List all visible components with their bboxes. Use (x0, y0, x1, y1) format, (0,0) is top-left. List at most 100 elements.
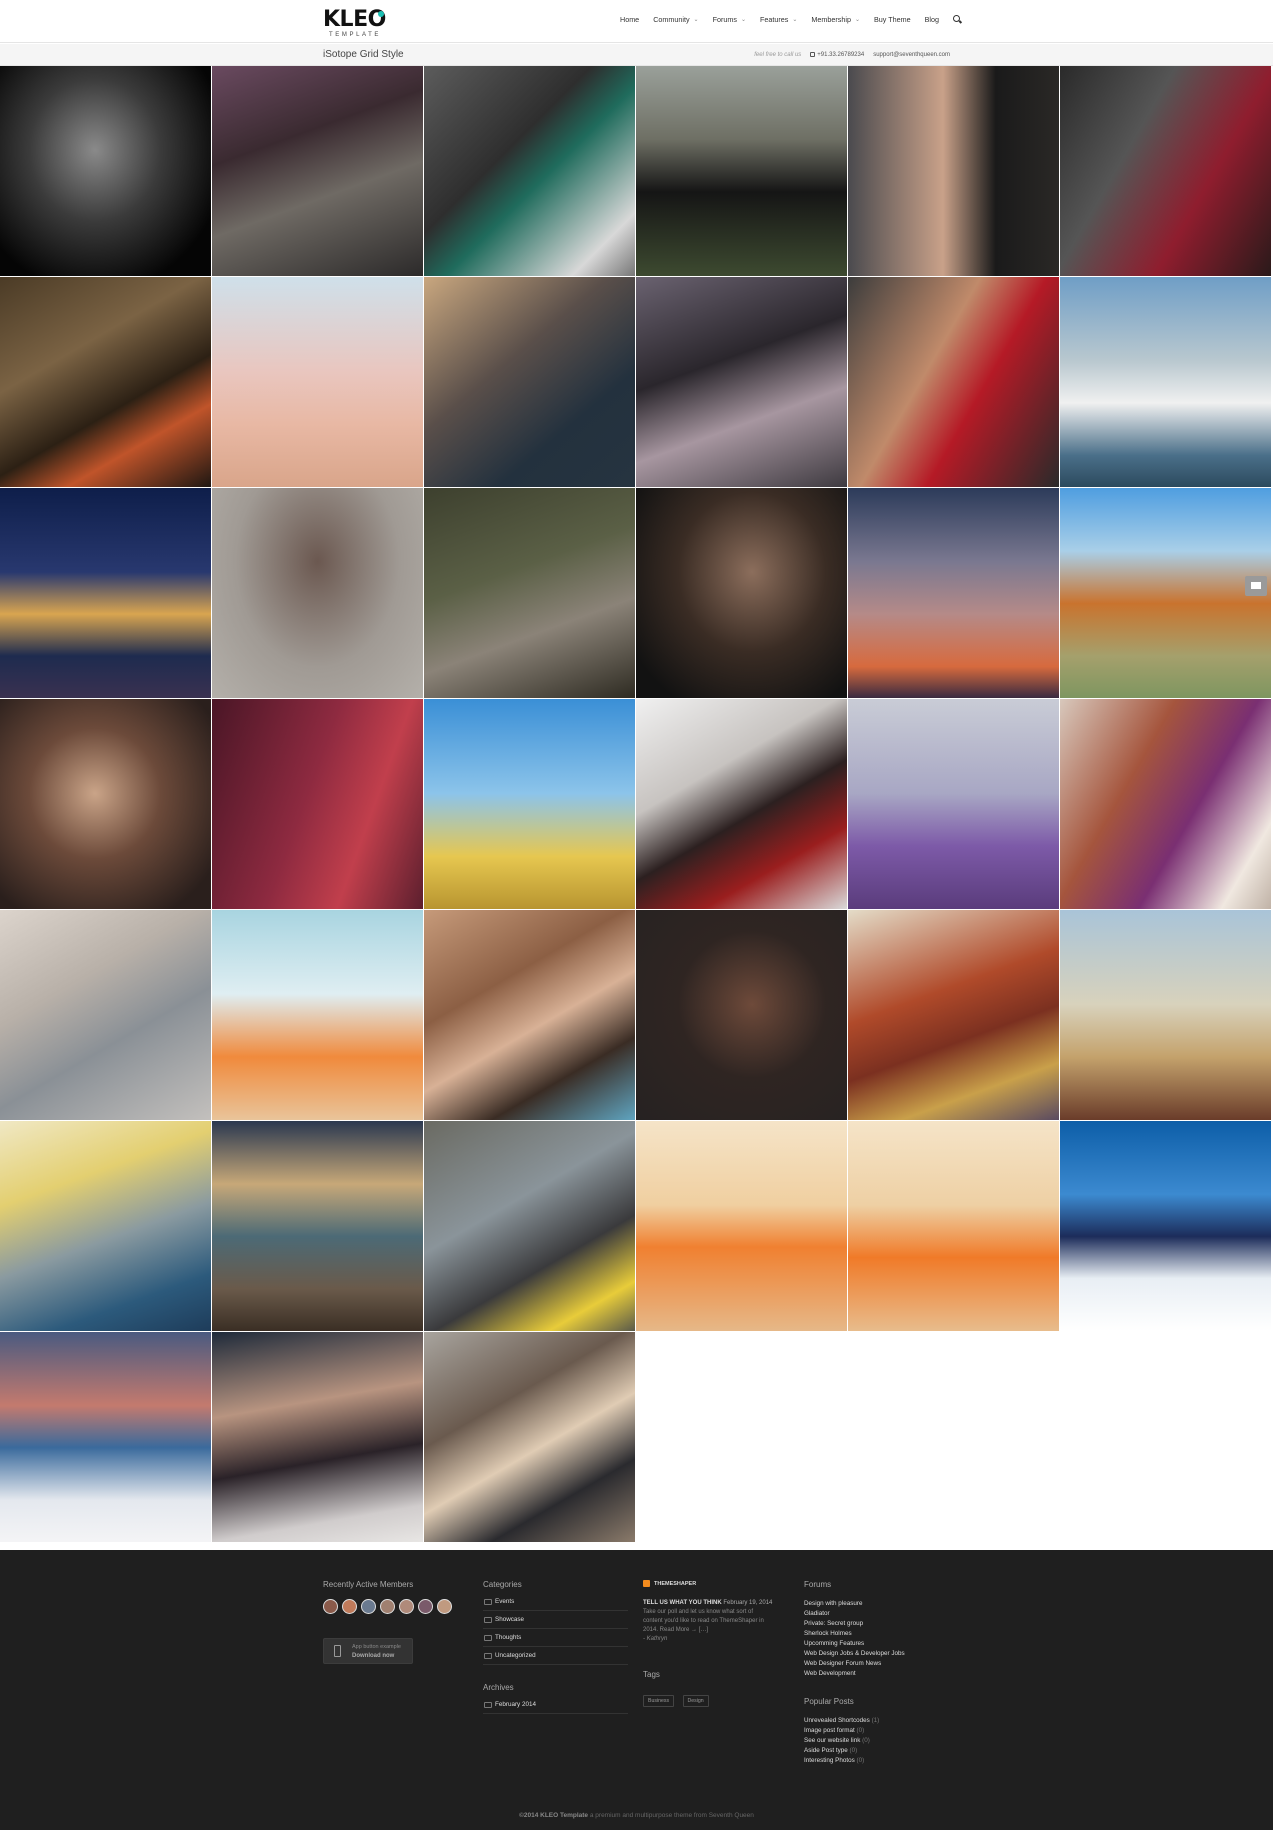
rss-icon (643, 1580, 650, 1587)
grid-photo[interactable] (636, 910, 847, 1120)
tag-cloud: Business Design (643, 1689, 773, 1707)
grid-photo[interactable] (848, 488, 1059, 698)
categories-heading: Categories (483, 1580, 522, 1589)
tag-link[interactable]: Design (682, 1695, 709, 1707)
site-logo[interactable]: KLEO TEMPLATE (323, 9, 393, 39)
grid-photo[interactable] (636, 488, 847, 698)
grid-photo[interactable] (1060, 277, 1271, 487)
footer-feed: THEMESHAPER TELL US WHAT YOU THINK Febru… (643, 1580, 773, 1707)
grid-photo[interactable] (212, 1332, 423, 1542)
grid-photo[interactable] (636, 1121, 847, 1331)
avatar[interactable] (342, 1599, 357, 1614)
contact-phone[interactable]: +91.33.26789234 (810, 52, 864, 58)
grid-photo[interactable] (1060, 66, 1271, 276)
popular-post-link[interactable]: Interesting Photos (0) (804, 1756, 905, 1766)
post-title: Aside Post type (804, 1747, 848, 1754)
grid-photo[interactable] (0, 277, 211, 487)
category-link[interactable]: Thoughts (483, 1629, 628, 1647)
grid-photo[interactable] (0, 1332, 211, 1542)
copyright-text: a premium and multipurpose theme from Se… (588, 1812, 754, 1819)
grid-photo[interactable] (0, 699, 211, 909)
grid-photo[interactable] (848, 277, 1059, 487)
category-link[interactable]: Uncategorized (483, 1647, 628, 1665)
contact-email[interactable]: support@seventhqueen.com (873, 52, 950, 58)
nav-label: Membership (811, 14, 851, 24)
avatar[interactable] (323, 1599, 338, 1614)
contact-note: feel free to call us (754, 52, 802, 58)
nav-label: Home (620, 14, 640, 24)
chevron-down-icon: ⌄ (792, 16, 798, 23)
forum-link[interactable]: Design with pleasure (804, 1599, 905, 1609)
grid-photo[interactable] (424, 1332, 635, 1542)
copyright-brand[interactable]: ©2014 KLEO Template (519, 1812, 588, 1819)
grid-photo[interactable] (212, 1121, 423, 1331)
forum-link[interactable]: Web Development (804, 1669, 905, 1679)
popular-post-link[interactable]: Aside Post type (0) (804, 1746, 905, 1756)
grid-photo[interactable] (848, 699, 1059, 909)
avatar[interactable] (418, 1599, 433, 1614)
avatar[interactable] (437, 1599, 452, 1614)
grid-photo[interactable] (1060, 910, 1271, 1120)
grid-photo[interactable] (424, 699, 635, 909)
category-link[interactable]: Showcase (483, 1611, 628, 1629)
forum-link[interactable]: Web Design Jobs & Developer Jobs (804, 1649, 905, 1659)
grid-photo[interactable] (848, 1121, 1059, 1331)
forum-link[interactable]: Upcomming Features (804, 1639, 905, 1649)
nav-item-blog[interactable]: Blog (925, 14, 939, 24)
members-heading: Recently Active Members (323, 1580, 414, 1589)
avatar[interactable] (399, 1599, 414, 1614)
grid-photo[interactable] (424, 488, 635, 698)
feed-headline[interactable]: TELL US WHAT YOU THINK (643, 1600, 722, 1606)
avatar[interactable] (361, 1599, 376, 1614)
grid-photo[interactable] (212, 277, 423, 487)
popular-post-link[interactable]: See our website link (0) (804, 1736, 905, 1746)
grid-photo[interactable] (424, 910, 635, 1120)
popular-posts-heading: Popular Posts (804, 1697, 854, 1706)
grid-photo[interactable] (212, 699, 423, 909)
grid-photo[interactable] (1060, 1121, 1271, 1331)
grid-photo[interactable] (424, 66, 635, 276)
tag-link[interactable]: Business (643, 1695, 675, 1707)
grid-photo[interactable] (212, 910, 423, 1120)
nav-item-membership[interactable]: Membership ⌄ (811, 14, 860, 24)
grid-photo[interactable] (636, 699, 847, 909)
grid-photo[interactable] (1060, 699, 1271, 909)
forum-link[interactable]: Private: Secret group (804, 1619, 905, 1629)
nav-item-community[interactable]: Community ⌄ (653, 14, 698, 24)
search-button[interactable] (952, 14, 962, 24)
grid-photo[interactable] (0, 66, 211, 276)
app-download-button[interactable]: App button example Download now (323, 1638, 413, 1664)
forum-link[interactable]: Sherlock Holmes (804, 1629, 905, 1639)
grid-photo[interactable] (1060, 488, 1271, 698)
grid-photo[interactable] (636, 277, 847, 487)
nav-item-forums[interactable]: Forums ⌄ (713, 14, 746, 24)
grid-photo[interactable] (848, 66, 1059, 276)
feed-source[interactable]: THEMESHAPER (643, 1580, 773, 1587)
archive-link[interactable]: February 2014 (483, 1696, 628, 1714)
avatar[interactable] (380, 1599, 395, 1614)
grid-photo[interactable] (212, 488, 423, 698)
mail-icon[interactable] (1245, 576, 1267, 596)
nav-item-home[interactable]: Home (620, 14, 639, 24)
copyright: ©2014 KLEO Template a premium and multip… (0, 1812, 1273, 1819)
nav-label: Blog (924, 14, 939, 24)
grid-photo[interactable] (424, 277, 635, 487)
grid-photo[interactable] (636, 66, 847, 276)
logo-accent-dot (378, 11, 384, 17)
popular-post-link[interactable]: Image post format (0) (804, 1726, 905, 1736)
chevron-down-icon: ⌄ (740, 16, 746, 23)
forum-link[interactable]: Gladiator (804, 1609, 905, 1619)
feed-body: Take our poll and let us know what sort … (643, 1609, 764, 1633)
grid-photo[interactable] (0, 910, 211, 1120)
category-link[interactable]: Events (483, 1593, 628, 1611)
archives-heading: Archives (483, 1683, 514, 1692)
forum-link[interactable]: Web Designer Forum News (804, 1659, 905, 1669)
grid-photo[interactable] (0, 488, 211, 698)
nav-item-features[interactable]: Features ⌄ (760, 14, 797, 24)
grid-photo[interactable] (848, 910, 1059, 1120)
grid-photo[interactable] (0, 1121, 211, 1331)
popular-post-link[interactable]: Unrevealed Shortcodes (1) (804, 1716, 905, 1726)
grid-photo[interactable] (424, 1121, 635, 1331)
nav-item-buy-theme[interactable]: Buy Theme (874, 14, 911, 24)
grid-photo[interactable] (212, 66, 423, 276)
